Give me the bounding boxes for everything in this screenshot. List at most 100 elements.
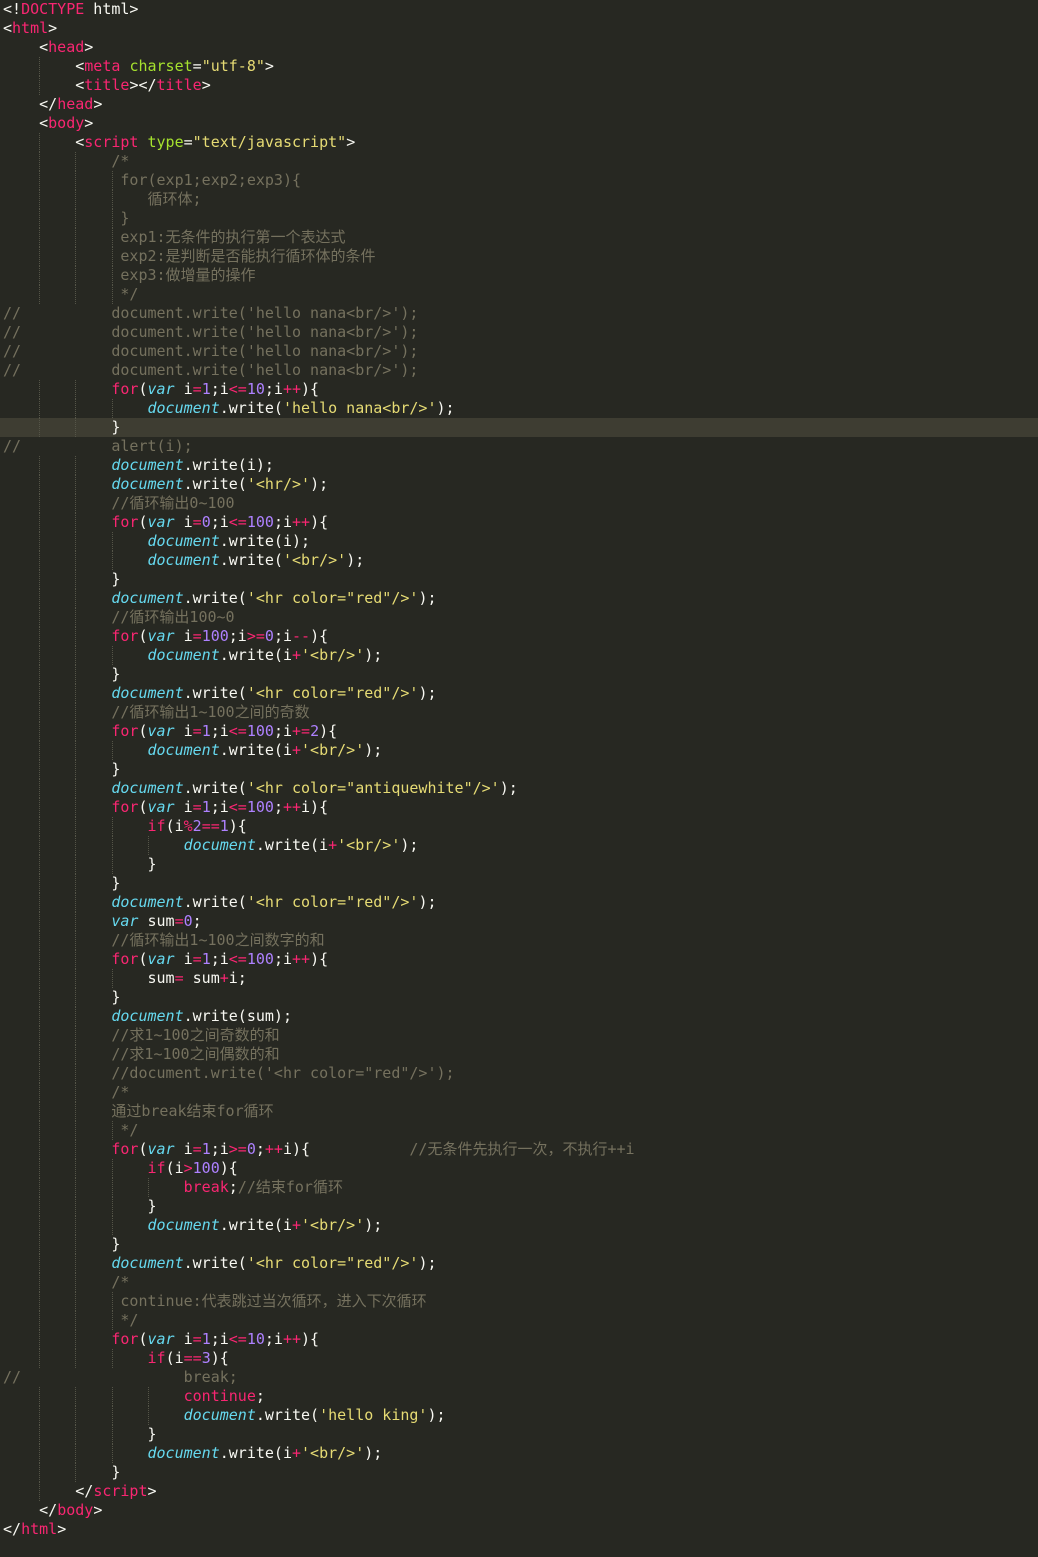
code-line[interactable]: <head> xyxy=(0,38,1038,57)
code-line[interactable]: document.write(i+'<br/>'); xyxy=(0,646,1038,665)
code-line[interactable]: </body> xyxy=(0,1501,1038,1520)
code-line[interactable]: exp1:无条件的执行第一个表达式 xyxy=(0,228,1038,247)
code-line[interactable]: /* xyxy=(0,152,1038,171)
code-line[interactable]: // alert(i); xyxy=(0,437,1038,456)
code-line[interactable]: var sum=0; xyxy=(0,912,1038,931)
code-line[interactable]: <body> xyxy=(0,114,1038,133)
code-line[interactable]: document.write('<hr color="antiquewhite"… xyxy=(0,779,1038,798)
code-line[interactable]: document.write(i); xyxy=(0,456,1038,475)
indent-guide xyxy=(75,1045,77,1064)
code-line[interactable]: } xyxy=(0,570,1038,589)
code-token: < xyxy=(3,76,85,94)
code-line[interactable]: for(var i=1;i<=100;i+=2){ xyxy=(0,722,1038,741)
code-line[interactable]: 循环体; xyxy=(0,190,1038,209)
code-line[interactable]: for(exp1;exp2;exp3){ xyxy=(0,171,1038,190)
code-line[interactable]: } xyxy=(0,874,1038,893)
code-line[interactable]: document.write('<hr color="red"/>'); xyxy=(0,893,1038,912)
code-line[interactable]: } xyxy=(0,209,1038,228)
code-line[interactable]: // break; xyxy=(0,1368,1038,1387)
code-line[interactable]: for(var i=1;i>=0;++i){ //无条件先执行一次，不执行++i xyxy=(0,1140,1038,1159)
code-line[interactable]: //循环输出100~0 xyxy=(0,608,1038,627)
code-line[interactable]: } xyxy=(0,418,1038,437)
code-line[interactable]: <script type="text/javascript"> xyxy=(0,133,1038,152)
code-line[interactable]: document.write(i+'<br/>'); xyxy=(0,1444,1038,1463)
code-line[interactable]: for(var i=1;i<=100;++i){ xyxy=(0,798,1038,817)
code-line[interactable]: <html> xyxy=(0,19,1038,38)
code-token: document xyxy=(183,1406,256,1424)
code-line[interactable]: */ xyxy=(0,285,1038,304)
code-line[interactable]: document.write(i+'<br/>'); xyxy=(0,741,1038,760)
code-line[interactable]: document.write(i); xyxy=(0,532,1038,551)
code-line[interactable]: document.write('hello nana<br/>'); xyxy=(0,399,1038,418)
indent-guide xyxy=(75,855,77,874)
code-line[interactable]: for(var i=1;i<=100;i++){ xyxy=(0,950,1038,969)
code-line[interactable]: break;//结束for循环 xyxy=(0,1178,1038,1197)
code-token: script xyxy=(93,1482,148,1500)
code-line[interactable]: for(var i=0;i<=100;i++){ xyxy=(0,513,1038,532)
code-line[interactable]: document.write(i+'<br/>'); xyxy=(0,1216,1038,1235)
code-line[interactable]: <!DOCTYPE html> xyxy=(0,0,1038,19)
code-line[interactable]: for(var i=100;i>=0;i--){ xyxy=(0,627,1038,646)
code-line[interactable]: sum= sum+i; xyxy=(0,969,1038,988)
code-line[interactable]: //求1~100之间奇数的和 xyxy=(0,1026,1038,1045)
code-line[interactable]: } xyxy=(0,665,1038,684)
indent-guide xyxy=(75,1102,77,1121)
code-line[interactable]: } xyxy=(0,1235,1038,1254)
code-line[interactable]: document.write(sum); xyxy=(0,1007,1038,1026)
code-line[interactable]: continue:代表跳过当次循环，进入下次循环 xyxy=(0,1292,1038,1311)
code-token: -- xyxy=(292,627,311,645)
code-line[interactable]: } xyxy=(0,855,1038,874)
code-line[interactable]: document.write('<hr color="red"/>'); xyxy=(0,684,1038,703)
indent-guide xyxy=(147,836,149,855)
code-line[interactable]: exp3:做增量的操作 xyxy=(0,266,1038,285)
code-line[interactable]: //document.write('<hr color="red"/>'); xyxy=(0,1064,1038,1083)
code-line[interactable]: } xyxy=(0,988,1038,1007)
code-line[interactable]: } xyxy=(0,1463,1038,1482)
code-line[interactable]: if(i==3){ xyxy=(0,1349,1038,1368)
indent-guide xyxy=(39,57,41,76)
code-line[interactable]: } xyxy=(0,1425,1038,1444)
indent-guide xyxy=(111,1159,113,1178)
code-line[interactable]: document.write('<hr color="red"/>'); xyxy=(0,1254,1038,1273)
code-line[interactable]: <title></title> xyxy=(0,76,1038,95)
code-editor[interactable]: <!DOCTYPE html> <html> <head> <meta chars… xyxy=(0,0,1038,1557)
code-line[interactable]: //求1~100之间偶数的和 xyxy=(0,1045,1038,1064)
code-line[interactable]: */ xyxy=(0,1121,1038,1140)
code-line[interactable]: exp2:是判断是否能执行循环体的条件 xyxy=(0,247,1038,266)
code-line[interactable]: // document.write('hello nana<br/>'); xyxy=(0,323,1038,342)
code-line[interactable]: for(var i=1;i<=10;i++){ xyxy=(0,380,1038,399)
code-line[interactable]: <meta charset="utf-8"> xyxy=(0,57,1038,76)
code-line[interactable]: // document.write('hello nana<br/>'); xyxy=(0,361,1038,380)
code-line[interactable]: document.write('<br/>'); xyxy=(0,551,1038,570)
code-line[interactable]: // document.write('hello nana<br/>'); xyxy=(0,342,1038,361)
indent-guide xyxy=(39,1140,41,1159)
code-token: exp1:无条件的执行第一个表达式 xyxy=(3,228,346,246)
code-line[interactable]: } xyxy=(0,760,1038,779)
code-line[interactable]: document.write('<hr/>'); xyxy=(0,475,1038,494)
code-line[interactable]: if(i%2==1){ xyxy=(0,817,1038,836)
code-line[interactable]: document.write('<hr color="red"/>'); xyxy=(0,589,1038,608)
code-line[interactable]: */ xyxy=(0,1311,1038,1330)
code-line[interactable]: //循环输出0~100 xyxy=(0,494,1038,513)
code-line[interactable]: for(var i=1;i<=10;i++){ xyxy=(0,1330,1038,1349)
code-line[interactable]: if(i>100){ xyxy=(0,1159,1038,1178)
code-line[interactable]: } xyxy=(0,1197,1038,1216)
code-line[interactable]: document.write(i+'<br/>'); xyxy=(0,836,1038,855)
code-token: document xyxy=(111,1007,184,1025)
code-line[interactable]: // document.write('hello nana<br/>'); xyxy=(0,304,1038,323)
indent-guide xyxy=(111,551,113,570)
code-line[interactable]: </head> xyxy=(0,95,1038,114)
code-line[interactable]: </script> xyxy=(0,1482,1038,1501)
code-line[interactable]: continue; xyxy=(0,1387,1038,1406)
code-line[interactable]: document.write('hello king'); xyxy=(0,1406,1038,1425)
code-token: > xyxy=(346,133,356,151)
code-line[interactable]: //循环输出1~100之间数字的和 xyxy=(0,931,1038,950)
code-line[interactable]: /* xyxy=(0,1083,1038,1102)
code-line[interactable]: /* xyxy=(0,1273,1038,1292)
code-line[interactable]: 通过break结束for循环 xyxy=(0,1102,1038,1121)
code-token: ; xyxy=(228,1178,238,1196)
indent-guide xyxy=(39,1159,41,1178)
code-line[interactable]: //循环输出1~100之间的奇数 xyxy=(0,703,1038,722)
code-line[interactable]: </html> xyxy=(0,1520,1038,1539)
